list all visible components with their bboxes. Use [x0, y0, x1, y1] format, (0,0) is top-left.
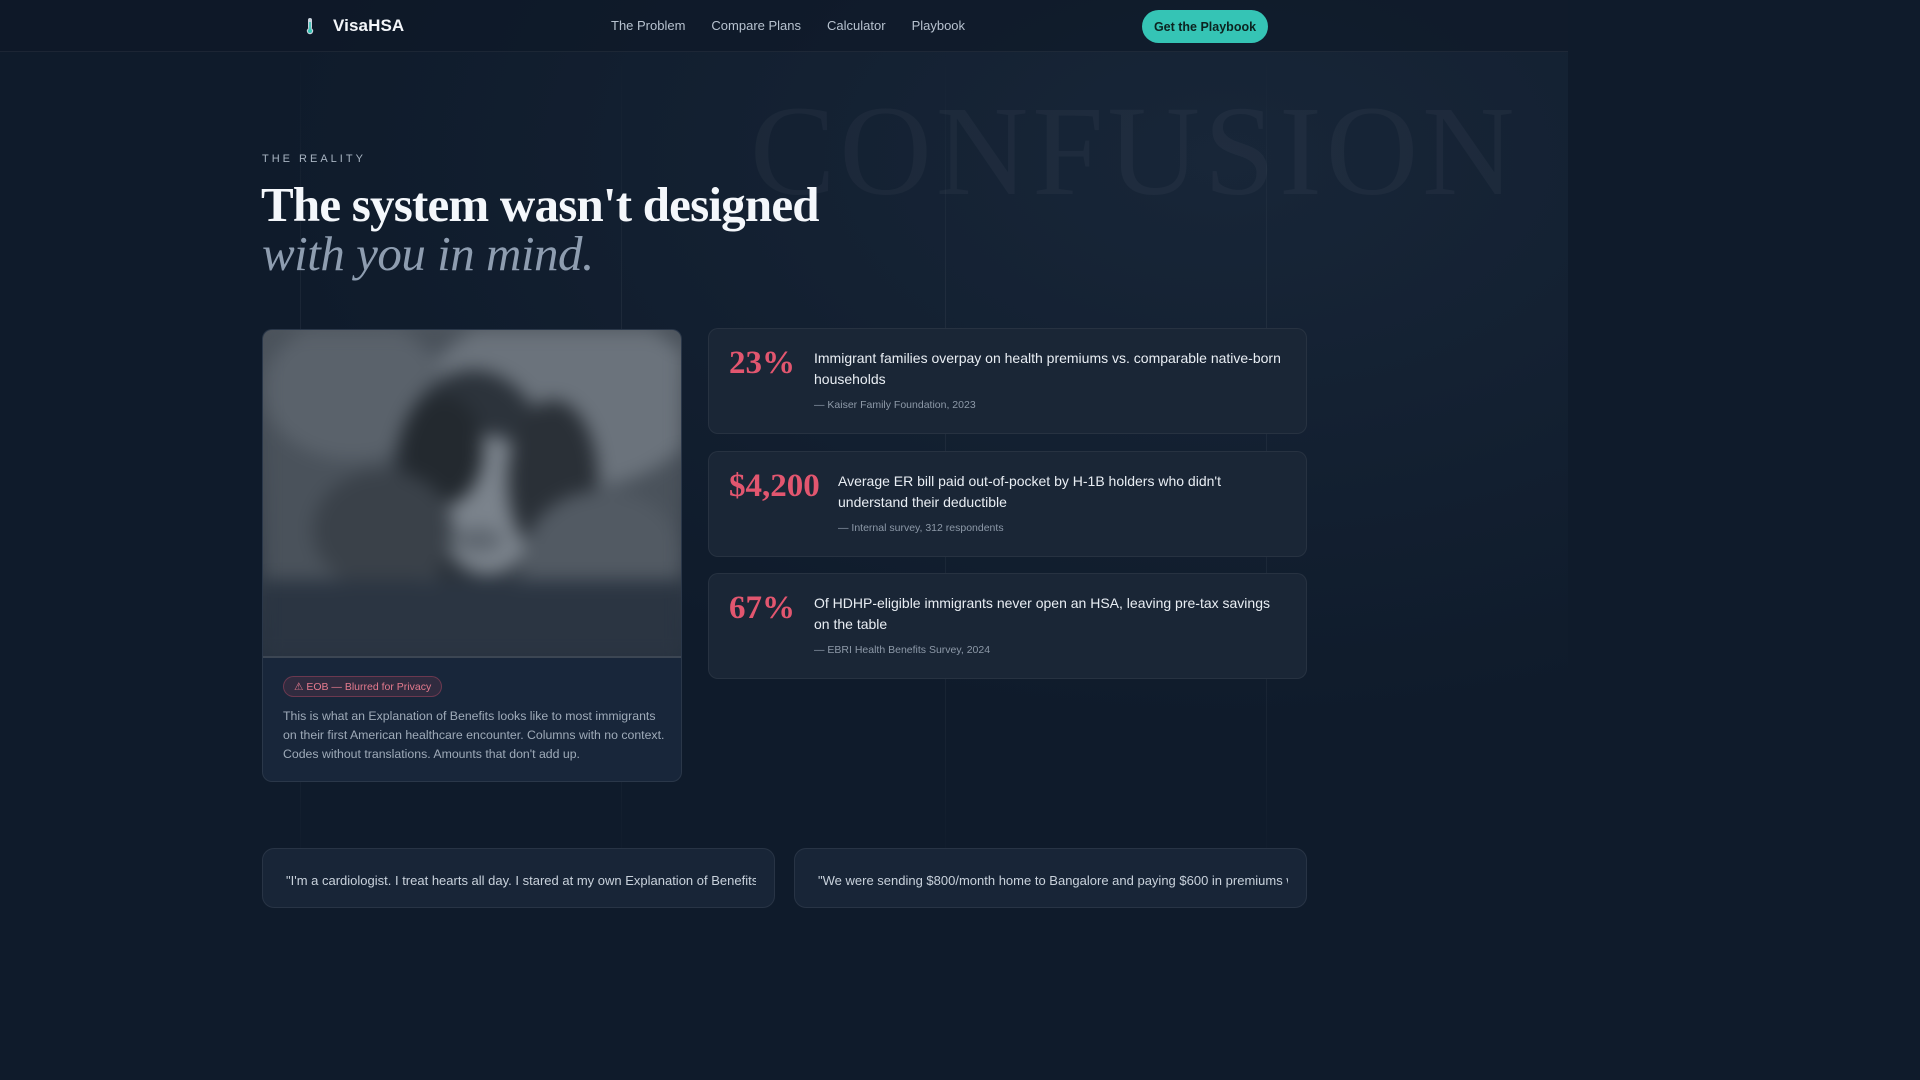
stat-text: Immigrant families overpay on health pre…: [814, 350, 1281, 387]
stat-card: 23% Immigrant families overpay on health…: [708, 328, 1307, 434]
eob-badge-text: ⚠ EOB — Blurred for Privacy: [294, 680, 432, 693]
stat-card: $4,200 Average ER bill paid out-of-pocke…: [708, 451, 1307, 557]
background-watermark-word: CONFUSION: [750, 78, 1519, 225]
eob-description: This is what an Explanation of Benefits …: [283, 709, 665, 761]
stat-text: Of HDHP-eligible immigrants never open a…: [814, 595, 1270, 632]
eob-card: ⚠ EOB — Blurred for Privacy This is what…: [262, 329, 682, 782]
stat-card: 67% Of HDHP-eligible immigrants never op…: [708, 573, 1307, 679]
nav-link-playbook[interactable]: Playbook: [912, 18, 965, 33]
section-eyebrow: THE REALITY: [262, 153, 366, 165]
nav-link-compare-plans[interactable]: Compare Plans: [711, 18, 801, 33]
nav-link-the-problem[interactable]: The Problem: [611, 18, 685, 33]
stat-value: $4,200: [729, 468, 820, 504]
stat-text: Average ER bill paid out-of-pocket by H-…: [838, 473, 1221, 510]
stat-value: 23%: [729, 345, 795, 381]
nav-links: The Problem Compare Plans Calculator Pla…: [611, 18, 965, 33]
stat-source: — EBRI Health Benefits Survey, 2024: [814, 644, 991, 656]
page-title-italic: with you in mind.: [262, 226, 594, 281]
testimonial-text: "We were sending $800/month home to Bang…: [818, 873, 1288, 888]
testimonial-card: "I'm a cardiologist. I treat hearts all …: [262, 848, 775, 908]
blurred-eob-image: [263, 330, 681, 658]
stat-value: 67%: [729, 590, 795, 626]
stat-source: — Internal survey, 312 respondents: [838, 522, 1004, 534]
privacy-badge: ⚠ EOB — Blurred for Privacy: [283, 676, 443, 697]
brand-logo-link[interactable]: VisaHSA: [305, 14, 404, 38]
thermometer-icon: [305, 14, 323, 38]
brand-name: VisaHSA: [333, 16, 405, 35]
top-nav: VisaHSA The Problem Compare Plans Calcul…: [0, 0, 1568, 52]
nav-link-calculator[interactable]: Calculator: [827, 18, 886, 33]
testimonial-text: "I'm a cardiologist. I treat hearts all …: [286, 873, 756, 888]
get-playbook-button[interactable]: Get the Playbook: [1142, 10, 1268, 43]
stat-source: — Kaiser Family Foundation, 2023: [814, 399, 976, 411]
testimonial-card: "We were sending $800/month home to Bang…: [794, 848, 1307, 908]
